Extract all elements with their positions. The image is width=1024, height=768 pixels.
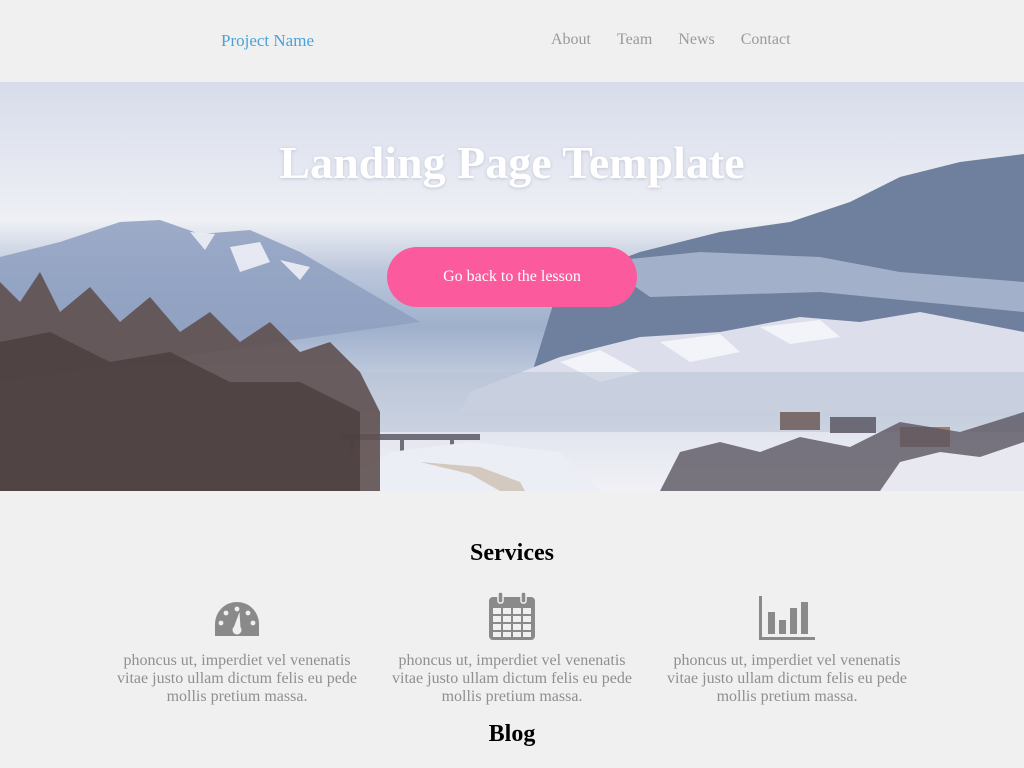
service-description: phoncus ut, imperdiet vel venenatis vita… bbox=[667, 652, 907, 705]
brand-link[interactable]: Project Name bbox=[221, 31, 314, 51]
calendar-icon bbox=[489, 592, 535, 640]
service-item-calendar: phoncus ut, imperdiet vel venenatis vita… bbox=[392, 588, 632, 706]
hero-title: Landing Page Template bbox=[279, 137, 745, 188]
blog-heading: Blog bbox=[488, 721, 536, 747]
services-heading: Services bbox=[470, 540, 554, 566]
service-item-dashboard: phoncus ut, imperdiet vel venenatis vita… bbox=[117, 588, 357, 706]
nav-link-contact[interactable]: Contact bbox=[741, 31, 791, 49]
nav-link-news[interactable]: News bbox=[678, 31, 714, 49]
nav-link-about[interactable]: About bbox=[551, 31, 591, 49]
go-back-button[interactable]: Go back to the lesson bbox=[387, 247, 637, 307]
service-item-chart: phoncus ut, imperdiet vel venenatis vita… bbox=[667, 588, 907, 706]
service-description: phoncus ut, imperdiet vel venenatis vita… bbox=[392, 652, 632, 705]
hero-banner: Landing Page Template Go back to the les… bbox=[0, 82, 1024, 491]
nav-links: About Team News Contact bbox=[551, 31, 817, 49]
service-description: phoncus ut, imperdiet vel venenatis vita… bbox=[117, 652, 357, 705]
navbar: Project Name About Team News Contact bbox=[0, 0, 1024, 82]
nav-link-team[interactable]: Team bbox=[617, 31, 652, 49]
dashboard-icon bbox=[215, 602, 259, 636]
bar-chart-icon bbox=[759, 596, 815, 640]
